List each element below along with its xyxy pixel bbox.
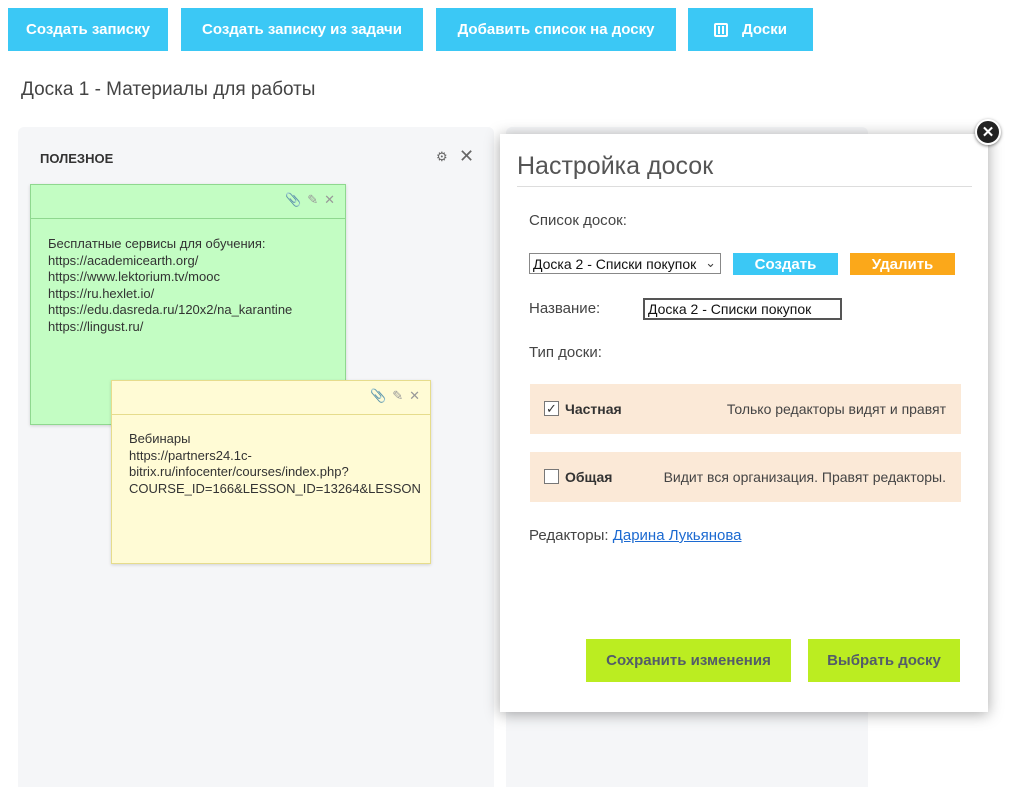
board-select[interactable]: Доска 2 - Списки покупок ⌄ — [529, 253, 721, 274]
paperclip-icon[interactable]: 📎 — [285, 192, 301, 208]
close-icon[interactable]: ✕ — [324, 192, 335, 208]
board-name-field[interactable]: Доска 2 - Списки покупок — [643, 298, 842, 320]
name-label: Название: — [529, 300, 601, 317]
save-changes-label: Сохранить изменения — [606, 652, 771, 669]
boards-label: Доски — [742, 21, 787, 38]
type-name: Общая — [565, 469, 613, 485]
note-header: 📎 ✎ ✕ — [112, 381, 430, 415]
editor-link[interactable]: Дарина Лукьянова — [613, 527, 742, 544]
boards-button[interactable]: Доски — [688, 8, 813, 51]
create-note-label: Создать записку — [26, 21, 150, 38]
close-icon[interactable]: ✕ — [409, 388, 420, 404]
add-list-label: Добавить список на доску — [457, 21, 655, 38]
type-description: Только редакторы видят и правят — [726, 401, 946, 417]
board-select-value: Доска 2 - Списки покупок — [533, 255, 697, 272]
close-icon[interactable]: ✕ — [459, 146, 474, 167]
save-changes-button[interactable]: Сохранить изменения — [586, 639, 791, 682]
modal-close-icon[interactable]: ✕ — [975, 119, 1001, 145]
type-name: Частная — [565, 401, 622, 417]
note-card[interactable]: 📎 ✎ ✕ Вебинары https://partners24.1c- bi… — [111, 380, 431, 564]
boards-icon — [714, 22, 729, 37]
board-list-label: Список досок: — [529, 212, 627, 229]
create-note-button[interactable]: Создать записку — [8, 8, 168, 51]
board-type-label: Тип доски: — [529, 344, 602, 361]
board-title: Доска 1 - Материалы для работы — [21, 79, 316, 100]
editors-label: Редакторы: — [529, 527, 609, 544]
add-list-button[interactable]: Добавить список на доску — [436, 8, 676, 51]
type-option-public[interactable]: Общая Видит вся организация. Правят реда… — [530, 452, 961, 502]
chevron-down-icon: ⌄ — [703, 255, 716, 271]
choose-board-button[interactable]: Выбрать доску — [808, 639, 960, 682]
delete-board-button[interactable]: Удалить — [850, 253, 955, 275]
divider — [517, 186, 972, 187]
type-description: Видит вся организация. Правят редакторы. — [663, 469, 946, 485]
pencil-icon[interactable]: ✎ — [392, 388, 403, 404]
create-note-from-task-button[interactable]: Создать записку из задачи — [181, 8, 423, 51]
note-header: 📎 ✎ ✕ — [31, 185, 345, 219]
modal-title: Настройка досок — [517, 152, 714, 180]
note-tools: 📎 ✎ ✕ — [370, 388, 420, 404]
column-title: ПОЛЕЗНОЕ — [40, 151, 114, 166]
public-checkbox[interactable] — [544, 469, 559, 484]
create-note-from-task-label: Создать записку из задачи — [202, 21, 402, 38]
pencil-icon[interactable]: ✎ — [307, 192, 318, 208]
create-board-button[interactable]: Создать — [733, 253, 838, 275]
gear-icon[interactable]: ⚙ — [436, 149, 448, 165]
note-text: Вебинары https://partners24.1c- bitrix.r… — [129, 431, 421, 496]
paperclip-icon[interactable]: 📎 — [370, 388, 386, 404]
create-board-label: Создать — [754, 255, 817, 273]
note-tools: 📎 ✎ ✕ — [285, 192, 335, 208]
editors-line: Редакторы: Дарина Лукьянова — [529, 527, 742, 544]
boards-settings-modal: Настройка досок Список досок: Доска 2 - … — [500, 134, 988, 712]
delete-board-label: Удалить — [871, 255, 934, 273]
note-text: Бесплатные сервисы для обучения: https:/… — [48, 236, 293, 334]
private-checkbox[interactable]: ✓ — [544, 401, 559, 416]
type-option-private[interactable]: ✓ Частная Только редакторы видят и правя… — [530, 384, 961, 434]
choose-board-label: Выбрать доску — [827, 652, 941, 669]
